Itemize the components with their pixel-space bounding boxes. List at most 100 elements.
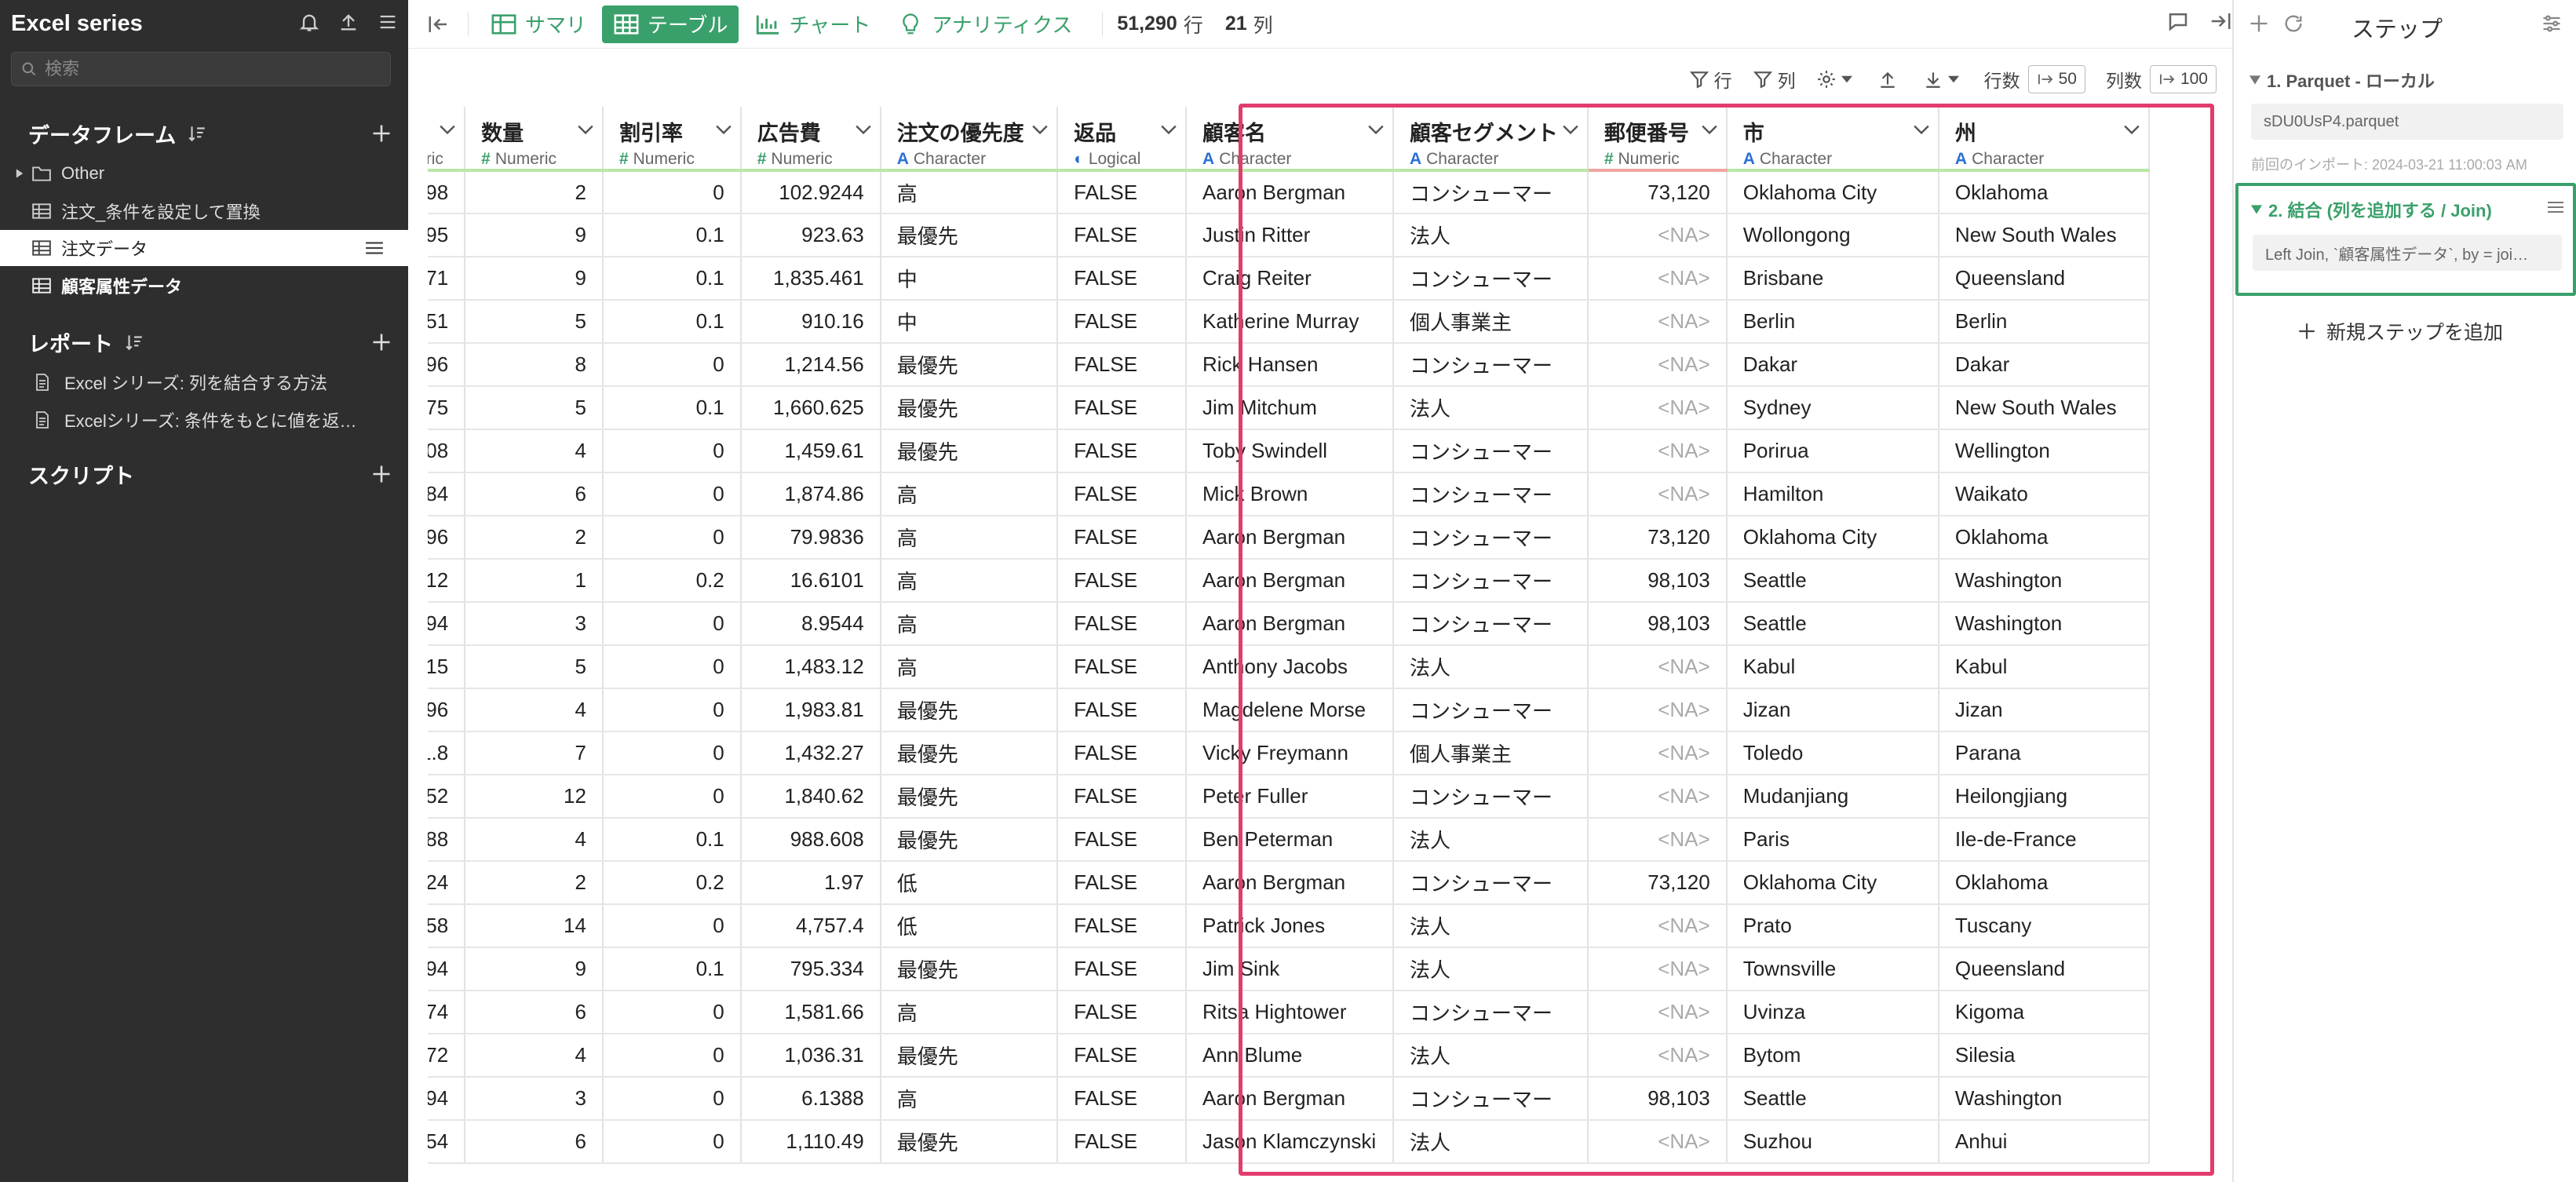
table-cell[interactable]: Hamilton bbox=[1726, 472, 1939, 516]
table-cell[interactable]: Silesia bbox=[1938, 1034, 2151, 1078]
table-cell[interactable]: Rick Hansen bbox=[1186, 343, 1394, 387]
table-cell[interactable]: コンシューマー bbox=[1392, 990, 1589, 1034]
table-cell[interactable]: 0.2 bbox=[602, 861, 742, 905]
table-cell[interactable]: Wellington bbox=[1938, 429, 2151, 473]
table-cell[interactable]: 最優先 bbox=[880, 731, 1059, 775]
table-cell[interactable]: 0 bbox=[602, 990, 742, 1034]
table-cell[interactable]: Parana bbox=[1938, 731, 2151, 775]
table-cell[interactable]: Aaron Bergman bbox=[1186, 602, 1394, 646]
column-header[interactable]: 顧客セグメント A Character bbox=[1392, 107, 1589, 172]
table-cell[interactable]: 高 bbox=[880, 559, 1059, 603]
table-cell[interactable]: Sydney bbox=[1726, 386, 1939, 430]
table-cell[interactable]: コンシューマー bbox=[1392, 602, 1589, 646]
table-cell[interactable]: 0 bbox=[602, 645, 742, 689]
table-cell[interactable]: <NA> bbox=[1587, 1034, 1728, 1078]
table-cell[interactable]: FALSE bbox=[1057, 516, 1188, 560]
step-2-card[interactable]: 2. 結合 (列を追加する / Join) Left Join, `顧客属性デー… bbox=[2235, 183, 2576, 296]
table-cell[interactable]: 4 bbox=[465, 429, 604, 473]
table-cell[interactable]: 高 bbox=[880, 472, 1059, 516]
table-cell[interactable]: コンシューマー bbox=[1392, 688, 1589, 732]
table-cell[interactable]: FALSE bbox=[1057, 429, 1188, 473]
add-dataframe-icon[interactable] bbox=[370, 122, 392, 144]
column-header[interactable]: 広告費 # Numeric bbox=[740, 107, 881, 172]
table-cell[interactable]: 0 bbox=[602, 602, 742, 646]
table-cell[interactable]: FALSE bbox=[1057, 257, 1188, 301]
table-cell[interactable]: コンシューマー bbox=[1392, 429, 1589, 473]
table-cell[interactable]: Dakar bbox=[1938, 343, 2151, 387]
table-cell[interactable]: 最優先 bbox=[880, 688, 1059, 732]
table-cell[interactable]: Anhui bbox=[1938, 1120, 2151, 1164]
table-cell[interactable]: Toby Swindell bbox=[1186, 429, 1394, 473]
column-header[interactable]: 注文の優先度 A Character bbox=[880, 107, 1059, 172]
table-cell[interactable]: <NA> bbox=[1587, 990, 1728, 1034]
column-header[interactable]: 市 A Character bbox=[1726, 107, 1939, 172]
chevron-down-icon[interactable] bbox=[2123, 124, 2140, 135]
table-cell[interactable]: 910.16 bbox=[740, 300, 881, 344]
table-cell[interactable]: 4 bbox=[465, 688, 604, 732]
table-cell[interactable]: 6 bbox=[465, 472, 604, 516]
table-cell[interactable]: <NA> bbox=[1587, 429, 1728, 473]
table-cell[interactable]: FALSE bbox=[1057, 386, 1188, 430]
table-cell[interactable]: FALSE bbox=[1057, 602, 1188, 646]
table-cell[interactable]: FALSE bbox=[1057, 775, 1188, 819]
tab-chart[interactable]: チャート bbox=[743, 5, 881, 43]
table-cell[interactable]: <NA> bbox=[1587, 386, 1728, 430]
table-cell[interactable]: FALSE bbox=[1057, 1120, 1188, 1164]
table-cell[interactable]: Seattle bbox=[1726, 1077, 1939, 1121]
table-cell[interactable]: 565.594 bbox=[428, 947, 466, 991]
table-cell[interactable]: 法人 bbox=[1392, 213, 1589, 257]
table-cell[interactable]: 102.9244 bbox=[740, 170, 881, 214]
table-cell[interactable]: Patrick Jones bbox=[1186, 904, 1394, 948]
table-cell[interactable]: 最優先 bbox=[880, 386, 1059, 430]
table-cell[interactable]: 0 bbox=[602, 904, 742, 948]
table-cell[interactable]: コンシューマー bbox=[1392, 257, 1589, 301]
table-cell[interactable]: 701.52 bbox=[428, 775, 466, 819]
table-cell[interactable]: 958.58 bbox=[428, 904, 466, 948]
table-cell[interactable]: 1,483.12 bbox=[740, 645, 881, 689]
table-cell[interactable]: 79.9836 bbox=[740, 516, 881, 560]
table-cell[interactable]: FALSE bbox=[1057, 947, 1188, 991]
table-cell[interactable]: Washington bbox=[1938, 559, 2151, 603]
add-new-step-button[interactable]: 新規ステップを追加 bbox=[2297, 317, 2503, 345]
table-cell[interactable]: Queensland bbox=[1938, 257, 2151, 301]
table-cell[interactable]: <NA> bbox=[1587, 688, 1728, 732]
table-cell[interactable]: FALSE bbox=[1057, 559, 1188, 603]
table-cell[interactable]: 341.96 bbox=[428, 516, 466, 560]
sidebar-item-report[interactable]: Excel シリーズ: 列を結合する方法 bbox=[0, 364, 408, 400]
table-cell[interactable]: 626.15 bbox=[428, 645, 466, 689]
table-cell[interactable]: コンシューマー bbox=[1392, 775, 1589, 819]
comment-icon[interactable] bbox=[2166, 9, 2190, 37]
table-cell[interactable]: コンシューマー bbox=[1392, 1077, 1589, 1121]
table-cell[interactable]: Dakar bbox=[1726, 343, 1939, 387]
table-cell[interactable]: 1,840.62 bbox=[740, 775, 881, 819]
rows-count-input[interactable]: 50 bbox=[2027, 65, 2085, 93]
table-cell[interactable]: 1 bbox=[465, 559, 604, 603]
table-cell[interactable]: Aaron Bergman bbox=[1186, 170, 1394, 214]
table-cell[interactable]: 362.675 bbox=[428, 386, 466, 430]
table-cell[interactable]: 12 bbox=[465, 775, 604, 819]
step-1-file[interactable]: sDU0UsP4.parquet bbox=[2251, 104, 2563, 140]
table-cell[interactable]: Kigoma bbox=[1938, 990, 2151, 1034]
add-script-icon[interactable] bbox=[370, 463, 392, 485]
sliders-icon[interactable] bbox=[2540, 13, 2563, 35]
table-cell[interactable]: Uvinza bbox=[1726, 990, 1939, 1034]
table-cell[interactable]: 616.96 bbox=[428, 688, 466, 732]
column-header[interactable]: 州 A Character bbox=[1938, 107, 2151, 172]
table-cell[interactable]: Oklahoma City bbox=[1726, 170, 1939, 214]
table-cell[interactable]: Ben Peterman bbox=[1186, 818, 1394, 862]
table-cell[interactable]: 17.94 bbox=[428, 602, 466, 646]
search-box[interactable] bbox=[11, 52, 391, 86]
table-cell[interactable]: 1,110.49 bbox=[740, 1120, 881, 1164]
table-cell[interactable]: 0 bbox=[602, 1120, 742, 1164]
table-cell[interactable]: コンシューマー bbox=[1392, 861, 1589, 905]
table-cell[interactable]: Anthony Jacobs bbox=[1186, 645, 1394, 689]
upload-icon[interactable] bbox=[338, 11, 359, 37]
chevron-down-icon[interactable] bbox=[577, 124, 594, 135]
table-cell[interactable]: 4,757.4 bbox=[740, 904, 881, 948]
table-cell[interactable]: 1,835.461 bbox=[740, 257, 881, 301]
table-cell[interactable]: 73,120 bbox=[1587, 861, 1728, 905]
column-header[interactable]: 割引率 # Numeric bbox=[602, 107, 742, 172]
table-cell[interactable]: 988.608 bbox=[740, 818, 881, 862]
table-cell[interactable]: <NA> bbox=[1587, 343, 1728, 387]
table-cell[interactable]: 最優先 bbox=[880, 1034, 1059, 1078]
